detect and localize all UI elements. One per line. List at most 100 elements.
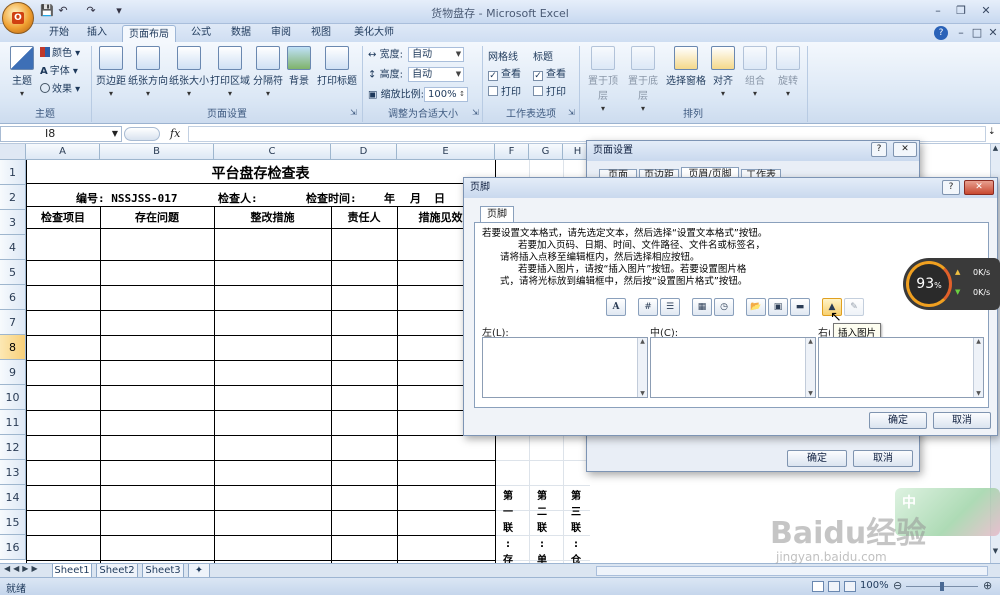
row-header-10[interactable]: 10 — [0, 385, 26, 410]
row-header-13[interactable]: 13 — [0, 460, 26, 485]
row-header-16[interactable]: 16 — [0, 535, 26, 560]
width-select[interactable]: 自动 ▼ — [408, 47, 465, 62]
name-box[interactable]: I8 ▼ — [0, 126, 122, 142]
gridlines-print-checkbox[interactable]: 打印 — [488, 85, 521, 101]
dialog-launcher-icon[interactable]: ⇲ — [568, 108, 575, 117]
row-header-15[interactable]: 15 — [0, 510, 26, 535]
doc-close-button[interactable]: ✕ — [982, 25, 1000, 41]
normal-view-icon[interactable] — [812, 581, 824, 592]
scrollbar[interactable]: ▲ ▼ — [973, 338, 983, 397]
footer-cancel-button[interactable]: 取消 — [933, 412, 991, 429]
align-button[interactable]: 对齐 ▾ — [708, 46, 738, 98]
column-header-c[interactable]: C — [214, 144, 331, 160]
scale-spinner[interactable]: 100% ↕ — [424, 87, 469, 102]
gridlines-view-checkbox[interactable]: ✓ 查看 — [488, 67, 521, 83]
row-header-9[interactable]: 9 — [0, 360, 26, 385]
send-to-back-button[interactable]: 置于底层 ▾ — [624, 46, 662, 113]
left-section-input[interactable]: ▲ ▼ — [482, 337, 648, 398]
dialog-launcher-icon[interactable]: ⇲ — [350, 108, 357, 117]
row-header-11[interactable]: 11 — [0, 410, 26, 435]
background-button[interactable]: 背景 — [286, 46, 312, 87]
row-header-2[interactable]: 2 — [0, 185, 26, 210]
minimize-button[interactable]: – — [927, 3, 949, 19]
insert-function-icon[interactable]: fx — [170, 127, 180, 140]
office-button[interactable]: O — [2, 2, 34, 34]
maximize-button[interactable]: ❐ — [950, 3, 972, 19]
scroll-up-icon[interactable]: ▲ — [991, 144, 1000, 156]
page-layout-view-icon[interactable] — [828, 581, 840, 592]
scrollbar[interactable]: ▲ ▼ — [637, 338, 647, 397]
center-section-input[interactable]: ▲ ▼ — [650, 337, 816, 398]
close-icon[interactable]: ✕ — [893, 142, 917, 157]
sheet-nav-arrows-icon[interactable]: ◀◀▶▶ — [4, 564, 41, 573]
help-icon[interactable]: ? — [934, 26, 948, 40]
print-area-button[interactable]: 打印区域 ▾ — [210, 46, 250, 98]
help-icon[interactable]: ? — [942, 180, 960, 195]
theme-effects-button[interactable]: 效果 ▾ — [40, 82, 80, 98]
page-setup-ok-button[interactable]: 确定 — [787, 450, 847, 467]
insert-sheet-icon[interactable]: ✦ — [188, 564, 210, 578]
headings-view-checkbox[interactable]: ✓ 查看 — [533, 67, 566, 83]
row-header-8[interactable]: 8 — [0, 335, 26, 360]
margins-button[interactable]: 页边距 ▾ — [94, 46, 128, 98]
tab-data[interactable]: 数据 — [224, 24, 258, 42]
tab-formulas[interactable]: 公式 — [184, 24, 218, 42]
themes-button[interactable]: 主题 ▾ — [4, 46, 40, 98]
column-header-g[interactable]: G — [529, 144, 563, 160]
insert-date-icon[interactable]: ▦ — [692, 298, 712, 316]
sheet-tab-1[interactable]: Sheet1 — [52, 564, 92, 578]
tab-beautify[interactable]: 美化大师 — [346, 24, 402, 42]
insert-file-path-icon[interactable]: 📂 — [746, 298, 766, 316]
formula-bar-expander[interactable] — [124, 127, 160, 141]
breaks-button[interactable]: 分隔符 ▾ — [251, 46, 285, 98]
tab-view[interactable]: 视图 — [304, 24, 338, 42]
close-button[interactable]: ✕ — [975, 3, 997, 19]
network-monitor-widget[interactable]: 93% ▲ 0K/s ▼ 0K/s — [903, 258, 1000, 310]
row-header-6[interactable]: 6 — [0, 285, 26, 310]
orientation-button[interactable]: 纸张方向 ▾ — [128, 46, 168, 98]
zoom-out-icon[interactable]: ⊖ — [893, 579, 902, 592]
row-header-5[interactable]: 5 — [0, 260, 26, 285]
close-icon[interactable]: ✕ — [964, 180, 994, 195]
theme-fonts-button[interactable]: A 字体 ▾ — [40, 64, 78, 80]
format-picture-icon[interactable]: ✎ — [844, 298, 864, 316]
selection-pane-button[interactable]: 选择窗格 — [664, 46, 708, 87]
zoom-in-icon[interactable]: ⊕ — [983, 579, 992, 592]
height-select[interactable]: 自动 ▼ — [408, 67, 465, 82]
row-header-4[interactable]: 4 — [0, 235, 26, 260]
insert-sheet-name-icon[interactable]: ▬ — [790, 298, 810, 316]
row-header-1[interactable]: 1 — [0, 160, 26, 185]
chevron-down-icon[interactable]: ⇣ — [988, 127, 996, 137]
tab-insert[interactable]: 插入 — [80, 24, 114, 42]
column-header-a[interactable]: A — [26, 144, 100, 160]
help-icon[interactable]: ? — [871, 142, 887, 157]
page-setup-cancel-button[interactable]: 取消 — [853, 450, 913, 467]
row-header-14[interactable]: 14 — [0, 485, 26, 510]
row-header-3[interactable]: 3 — [0, 210, 26, 235]
size-button[interactable]: 纸张大小 ▾ — [169, 46, 209, 98]
group-button[interactable]: 组合 ▾ — [740, 46, 770, 98]
page-break-view-icon[interactable] — [844, 581, 856, 592]
dialog-launcher-icon[interactable]: ⇲ — [472, 108, 479, 117]
column-header-e[interactable]: E — [397, 144, 495, 160]
insert-page-number-icon[interactable]: # — [638, 298, 658, 316]
row-header-12[interactable]: 12 — [0, 435, 26, 460]
column-header-b[interactable]: B — [100, 144, 214, 160]
theme-colors-button[interactable]: 颜色 ▾ — [40, 46, 80, 62]
bring-to-front-button[interactable]: 置于顶层 ▾ — [584, 46, 622, 113]
column-header-d[interactable]: D — [331, 144, 397, 160]
insert-page-count-icon[interactable]: ☰ — [660, 298, 680, 316]
right-section-input[interactable]: ▲ ▼ — [818, 337, 984, 398]
print-titles-button[interactable]: 打印标题 — [316, 46, 358, 87]
rotate-button[interactable]: 旋转 ▾ — [772, 46, 804, 98]
insert-time-icon[interactable]: ◷ — [714, 298, 734, 316]
sheet-tab-3[interactable]: Sheet3 — [142, 564, 184, 578]
format-text-icon[interactable]: A — [606, 298, 626, 316]
footer-ok-button[interactable]: 确定 — [869, 412, 927, 429]
insert-file-name-icon[interactable]: ▣ — [768, 298, 788, 316]
tab-review[interactable]: 审阅 — [264, 24, 298, 42]
zoom-slider-thumb[interactable] — [940, 582, 944, 591]
scrollbar[interactable]: ▲ ▼ — [805, 338, 815, 397]
sheet-tab-2[interactable]: Sheet2 — [96, 564, 138, 578]
zoom-level[interactable]: 100% — [860, 580, 889, 591]
